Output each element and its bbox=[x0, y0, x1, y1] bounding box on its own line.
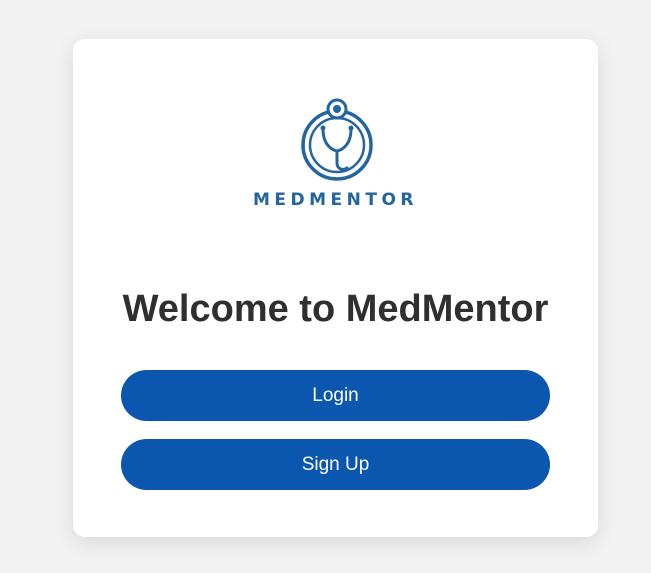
stethoscope-icon bbox=[301, 98, 373, 181]
brand-name: MEDMENTOR bbox=[252, 190, 419, 210]
signup-button[interactable]: Sign Up bbox=[121, 439, 550, 490]
page-title: Welcome to MedMentor bbox=[122, 288, 549, 330]
brand-logo: MEDMENTOR bbox=[73, 97, 598, 215]
welcome-card: MEDMENTOR Welcome to MedMentor Login Sig… bbox=[73, 39, 598, 537]
login-button[interactable]: Login bbox=[121, 370, 550, 421]
